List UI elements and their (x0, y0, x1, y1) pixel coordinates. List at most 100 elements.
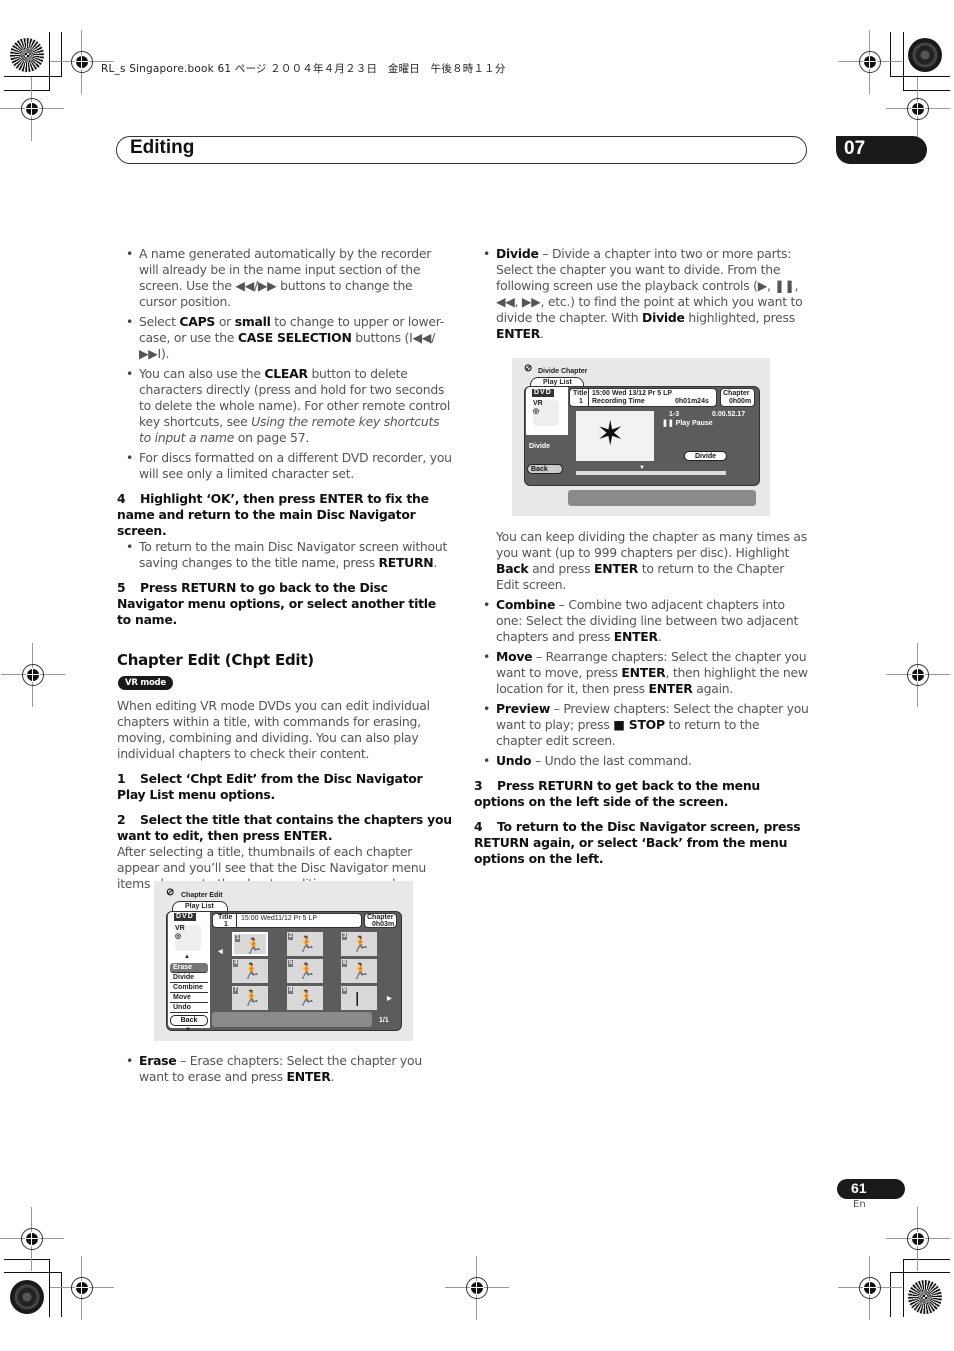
divide-continuation: You can keep dividing the chapter as man… (496, 529, 807, 592)
back-button[interactable]: Back (170, 1015, 208, 1026)
chapter-title-bar (116, 136, 807, 164)
title-info: 15:00 Wed 13/12 Pr 5 LP (592, 390, 673, 397)
chapter-thumbnail[interactable]: 1 🏃 (232, 932, 268, 956)
menu-item-divide[interactable]: Divide (529, 443, 550, 451)
print-slug-header: RL_s Singapore.book 61 ページ ２００４年４月２３日 金曜… (101, 63, 506, 75)
chapter-thumbnail[interactable]: 5 🏃 (287, 959, 323, 983)
dvd-logo: DVD (532, 389, 554, 397)
chapter-range: 1-3 (669, 411, 680, 418)
figure-icon: 🏃 (297, 962, 316, 980)
vr-disc-icon: VR ◎ (175, 925, 201, 951)
chapter-thumbnail[interactable]: 2 🏃 (287, 932, 323, 956)
chapter-thumbnail[interactable]: 8 🏃 (287, 986, 323, 1010)
erase-bullet: Erase – Erase chapters: Select the chapt… (117, 1053, 452, 1089)
divider (236, 914, 237, 927)
list-item: You can also use the CLEAR button to del… (117, 366, 452, 446)
registration-target-icon (838, 30, 902, 94)
list-item: Combine – Combine two adjacent chapters … (474, 597, 809, 645)
page-number-badge: 61 (837, 1179, 905, 1199)
back-button[interactable]: Back (527, 464, 563, 474)
figure-icon: ǀ (355, 989, 360, 1007)
figure-icon: 🏃 (297, 935, 316, 953)
dvd-logo: DVD (174, 913, 196, 921)
step-heading: 1 Select ‘Chpt Edit’ from the Disc Naviga… (117, 771, 423, 802)
chapter-number-tab: 07 (836, 136, 927, 164)
chevron-up-icon: ▲ (184, 954, 190, 960)
registration-target-icon (886, 1207, 950, 1271)
crop-mark (4, 76, 62, 77)
crop-mark (4, 1259, 50, 1260)
vr-mode-badge: VR mode (118, 676, 173, 690)
status-bar (212, 1012, 372, 1027)
list-item: Preview – Preview chapters: Select the c… (474, 701, 809, 749)
disc-navigator-icon: ⊘ (166, 887, 175, 898)
timecode: 0.00.52.17 (712, 411, 746, 418)
registration-target-icon (0, 77, 64, 141)
right-column-bottom: You can keep dividing the chapter as man… (474, 529, 809, 867)
menu-item-move[interactable]: Move (170, 993, 208, 1003)
registration-target-icon (1, 643, 65, 707)
crop-mark (890, 1272, 950, 1273)
vr-disc-icon: VR ◎ (533, 400, 559, 426)
figure-icon: 🏃 (351, 935, 370, 953)
page-indicator: 1/1 (379, 1017, 389, 1024)
registration-starburst-bottom-right (908, 1280, 942, 1314)
registration-target-icon (886, 77, 950, 141)
step-heading: 3 Press RETURN to get back to the menu op… (474, 778, 760, 809)
chapter-thumbnail[interactable]: 9ǀ (341, 986, 377, 1010)
scroll-right-icon[interactable]: ▶ (387, 995, 392, 1003)
title-info: 15:00 Wed11/12 Pr 5 LP (241, 915, 318, 922)
page-number: 61 (851, 1180, 867, 1196)
crop-mark (890, 1272, 891, 1317)
timeline-bar[interactable] (576, 471, 726, 475)
chapter-thumbnail[interactable]: 3 🏃 (341, 932, 377, 956)
registration-target-icon (445, 1256, 509, 1320)
crop-mark (890, 32, 891, 77)
playback-status: ❚❚ Play Pause (662, 420, 713, 427)
scroll-left-icon[interactable]: ◀ (218, 948, 223, 956)
figure-icon: 🏃 (297, 989, 316, 1007)
menu-item-combine[interactable]: Combine (170, 983, 208, 993)
status-bar (568, 490, 756, 506)
step-heading: 2 Select the title that contains the chap… (117, 812, 452, 843)
crop-mark (4, 1272, 62, 1273)
section-heading: Chapter Edit (Chpt Edit) (117, 651, 314, 669)
crop-mark (61, 1272, 62, 1317)
list-item: For discs formatted on a different DVD r… (117, 450, 452, 482)
chapter-thumbnail[interactable]: 4 🏃 (232, 959, 268, 983)
chapter-number: 07 (844, 138, 866, 159)
crop-mark (4, 90, 50, 91)
crop-mark (903, 1259, 950, 1260)
registration-starburst-top-right (908, 38, 942, 72)
menu-item-divide[interactable]: Divide (170, 973, 208, 983)
screen-title: Divide Chapter (538, 368, 588, 375)
playhead-marker-icon[interactable]: ▼ (639, 464, 645, 472)
crop-mark (61, 32, 62, 77)
figure-icon: 🏃 (244, 937, 263, 955)
menu-item-erase[interactable]: Erase (170, 963, 208, 973)
divide-chapter-screenshot: ⊘ Divide Chapter Play List DVD VR ◎ Divid… (512, 358, 770, 516)
chapter-edit-screenshot: ⊘ Chapter Edit Play List DVD VR ◎ ▲ Erase… (154, 881, 413, 1041)
list-item: Select CAPS or small to change to upper … (117, 314, 452, 362)
step-heading: 5 Press RETURN to go back to the Disc Nav… (117, 580, 436, 627)
chapter-thumbnail[interactable]: 7 🏃 (232, 986, 268, 1010)
chapter-thumbnail[interactable]: 6 🏃 (341, 959, 377, 983)
list-item: Undo – Undo the last command. (474, 753, 809, 769)
figure-icon: 🏃 (242, 989, 261, 1007)
list-item: Divide – Divide a chapter into two or mo… (474, 246, 809, 342)
divider (588, 389, 589, 406)
crop-mark (49, 1259, 50, 1317)
registration-target-icon (50, 1256, 114, 1320)
disc-navigator-icon: ⊘ (524, 363, 533, 374)
crop-mark (903, 90, 950, 91)
list-item: Move – Rearrange chapters: Select the ch… (474, 649, 809, 697)
figure-icon: 🏃 (242, 962, 261, 980)
menu-item-undo[interactable]: Undo (170, 1003, 208, 1013)
left-column: A name generated automatically by the re… (117, 246, 452, 892)
crop-mark (903, 1259, 904, 1317)
divide-button[interactable]: Divide (684, 451, 727, 461)
crop-mark (890, 76, 950, 77)
language-code: En (853, 1199, 866, 1210)
registration-target-icon (50, 30, 114, 94)
intro-paragraph: When editing VR mode DVDs you can edit i… (117, 698, 430, 761)
